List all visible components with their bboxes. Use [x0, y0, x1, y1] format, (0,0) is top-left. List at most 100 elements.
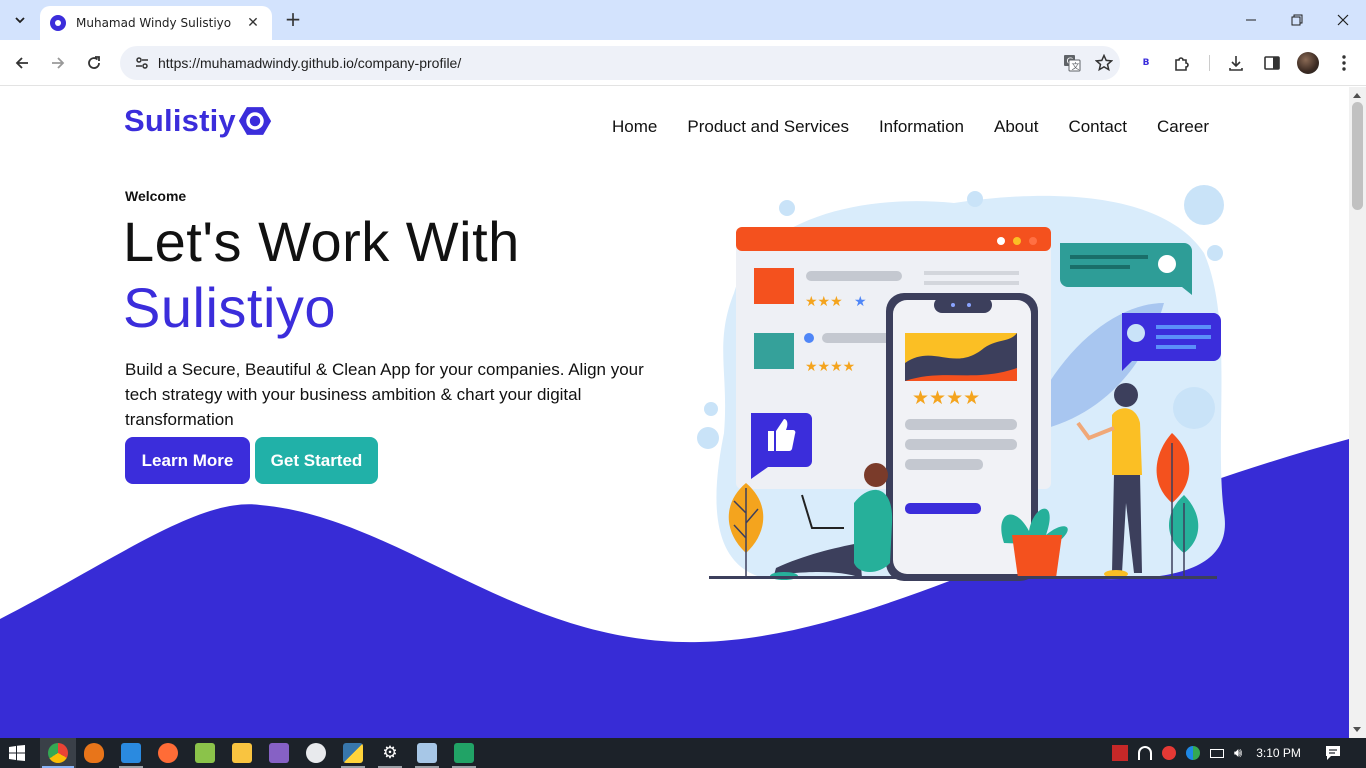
nav-contact[interactable]: Contact [1068, 117, 1127, 137]
get-started-button[interactable]: Get Started [255, 437, 378, 484]
brave-icon[interactable] [84, 743, 104, 763]
new-tab-button[interactable]: + [282, 8, 304, 32]
excel-icon[interactable] [454, 743, 474, 763]
chat-line [1156, 325, 1211, 329]
chat-line [1070, 255, 1148, 259]
steam-icon[interactable] [306, 743, 326, 763]
nav-information[interactable]: Information [879, 117, 964, 137]
chat-avatar [1127, 324, 1145, 342]
tab-strip: Muhamad Windy Sulistiyo ✕ + [0, 0, 1366, 40]
arrow-left-icon [15, 57, 28, 69]
drive-tray-icon[interactable] [1186, 746, 1200, 760]
security-tray-icon[interactable] [1162, 746, 1176, 760]
battery-icon[interactable] [1210, 748, 1224, 758]
site-logo[interactable]: Sulistiy [124, 103, 273, 139]
deco-bubble [779, 200, 795, 216]
extension-b-button[interactable]: B [1134, 51, 1158, 75]
bookmark-star-icon[interactable] [1088, 54, 1120, 72]
forward-button[interactable] [46, 51, 70, 75]
tab-title: Muhamad Windy Sulistiyo [76, 16, 232, 30]
chat-avatar [1158, 255, 1176, 273]
close-icon [1337, 14, 1349, 26]
person-shirt [854, 489, 893, 572]
svg-text:★★★: ★★★ [805, 294, 843, 310]
main-nav: Home Product and Services Information Ab… [612, 117, 1209, 137]
notch-dot [951, 303, 955, 307]
chevron-down-icon [15, 17, 25, 24]
hero-illustration: ★★★ ★ ★★★★ ★★★★ [697, 185, 1225, 581]
browser-tab-active[interactable]: Muhamad Windy Sulistiyo ✕ [40, 6, 272, 40]
nav-about[interactable]: About [994, 117, 1038, 137]
vscode-icon[interactable] [121, 743, 141, 763]
phone-star-rating: ★★★★ [912, 387, 980, 409]
arrow-right-icon [52, 57, 65, 69]
chrome-icon[interactable] [48, 743, 68, 763]
notepad-icon[interactable] [195, 743, 215, 763]
text-placeholder [822, 333, 892, 343]
notification-center-icon[interactable] [1325, 745, 1341, 765]
address-bar[interactable]: https://muhamadwindy.github.io/company-p… [120, 46, 1120, 80]
page-scrollbar[interactable] [1349, 87, 1366, 738]
logo-hexagon-icon [238, 107, 271, 135]
text-placeholder [806, 271, 902, 281]
scroll-down-icon[interactable] [1353, 727, 1361, 732]
person-head [864, 463, 888, 487]
nav-home[interactable]: Home [612, 117, 657, 137]
dot-indicator [804, 333, 814, 343]
back-button[interactable] [10, 51, 34, 75]
text-placeholder [905, 419, 1017, 430]
notch-dot [967, 303, 971, 307]
deco-bubble [967, 191, 983, 207]
card-thumbnail [754, 333, 794, 369]
hero-eyebrow: Welcome [125, 188, 187, 204]
reload-button[interactable] [82, 51, 106, 75]
restore-button[interactable] [1274, 0, 1320, 40]
translate-icon[interactable]: G文 [1056, 54, 1088, 72]
python-icon[interactable] [343, 743, 363, 763]
wifi-icon[interactable] [1138, 746, 1152, 760]
close-window-button[interactable] [1320, 0, 1366, 40]
url-text[interactable]: https://muhamadwindy.github.io/company-p… [158, 55, 1056, 71]
pdf-tray-icon[interactable] [1112, 745, 1128, 761]
svg-text:文: 文 [1072, 61, 1080, 71]
plant-pot [1012, 535, 1062, 578]
nav-career[interactable]: Career [1157, 117, 1209, 137]
tab-search-button[interactable] [8, 8, 32, 32]
phone-notch [934, 297, 992, 313]
menu-kebab-icon[interactable] [1332, 51, 1356, 75]
minimize-button[interactable] [1228, 0, 1274, 40]
chat-line [1070, 265, 1130, 269]
hero-title-line2: Sulistiyo [123, 276, 337, 339]
page-viewport: Sulistiy Home Product and Services Infor… [0, 87, 1349, 738]
visual-studio-icon[interactable] [269, 743, 289, 763]
chat-line [1156, 335, 1211, 339]
toolbar-divider [1209, 55, 1210, 71]
tab-close-icon[interactable]: ✕ [244, 15, 262, 31]
avatar [1297, 52, 1319, 74]
profile-avatar[interactable] [1296, 51, 1320, 75]
clock-time[interactable]: 3:10 PM [1256, 746, 1301, 760]
scroll-up-icon[interactable] [1353, 93, 1361, 98]
downloads-icon[interactable] [1224, 51, 1248, 75]
deco-bubble [1173, 387, 1215, 429]
settings-gear-icon[interactable]: ⚙ [380, 743, 400, 763]
file-explorer-icon[interactable] [232, 743, 252, 763]
side-panel-icon[interactable] [1260, 51, 1284, 75]
extensions-puzzle-icon[interactable] [1170, 51, 1194, 75]
window-dot [997, 237, 1005, 245]
volume-icon[interactable]: 🔊︎ [1234, 745, 1242, 761]
scrollbar-thumb[interactable] [1352, 102, 1363, 210]
notes-icon[interactable] [417, 743, 437, 763]
hero-title-line1: Let's Work With [123, 210, 520, 273]
nav-products-services[interactable]: Product and Services [687, 117, 849, 137]
star-rating: ★★★★ [805, 359, 855, 375]
site-info-icon[interactable] [126, 55, 158, 71]
person-head [1114, 383, 1138, 407]
learn-more-button[interactable]: Learn More [125, 437, 250, 484]
person-shirt [1112, 408, 1142, 475]
chat-line [1156, 345, 1196, 349]
windows-start-button[interactable] [9, 745, 25, 765]
deco-bubble [704, 402, 718, 416]
restore-icon [1291, 14, 1303, 26]
postman-icon[interactable] [158, 743, 178, 763]
